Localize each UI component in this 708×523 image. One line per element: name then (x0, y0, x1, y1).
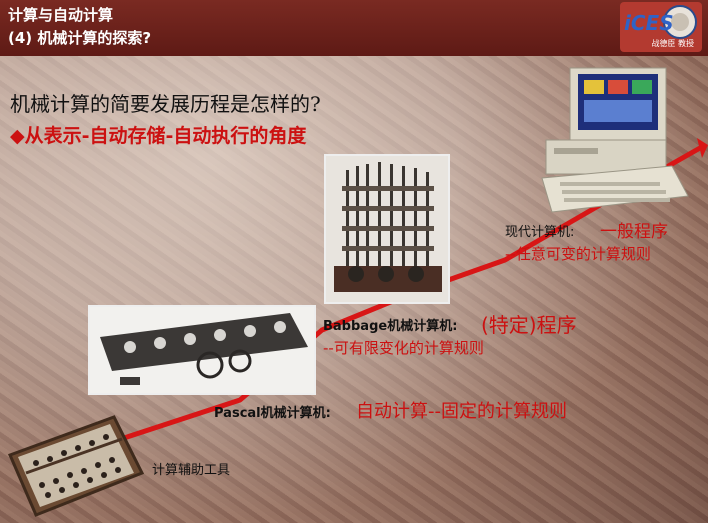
page-subtitle: (4) 机械计算的探索? (8, 29, 152, 47)
pascal-machine-image (88, 305, 316, 395)
svg-text:iCES: iCES (624, 11, 674, 35)
logo-caption: 战德臣 教授 (651, 39, 694, 48)
question-heading: 机械计算的简要发展历程是怎样的? (10, 92, 321, 116)
modern-computer-label: 现代计算机: (505, 225, 575, 240)
pascal-desc: 自动计算--固定的计算规则 (356, 401, 567, 422)
pascal-label: Pascal机械计算机: (214, 406, 331, 421)
bullet-point: ◆从表示-自动存储-自动执行的角度 (10, 125, 307, 147)
page-title: 计算与自动计算 (8, 6, 114, 24)
babbage-engine-image (324, 154, 450, 304)
babbage-label: Babbage机械计算机: (323, 319, 458, 334)
modern-computer-image (532, 66, 692, 216)
babbage-desc: (特定)程序 (481, 313, 577, 337)
babbage-rule: --可有限变化的计算规则 (323, 339, 484, 357)
slide: 计算与自动计算 (4) 机械计算的探索? iCES 战德臣 教授 机械计算的简要… (0, 0, 708, 523)
title-bar: 计算与自动计算 (4) 机械计算的探索? iCES 战德臣 教授 (0, 0, 708, 56)
modern-computer-desc: 一般程序 (600, 222, 668, 242)
abacus-label: 计算辅助工具 (152, 463, 231, 478)
abacus-image (6, 415, 144, 517)
modern-computer-rule: --任意可变的计算规则 (505, 245, 651, 263)
